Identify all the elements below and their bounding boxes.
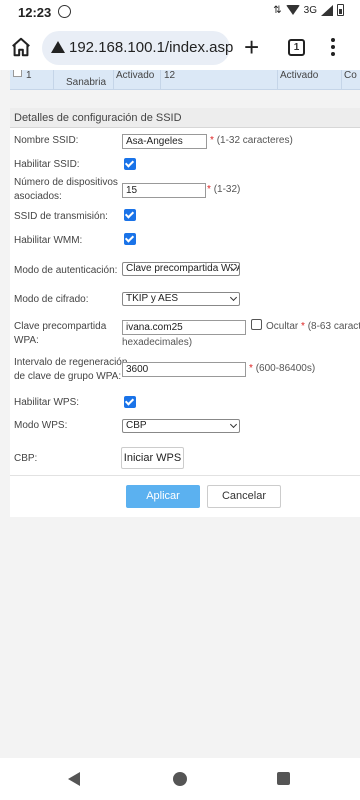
wps-mode-select[interactable]: CBP bbox=[122, 419, 240, 433]
signal-icon bbox=[321, 4, 333, 16]
back-icon[interactable] bbox=[68, 772, 80, 786]
battery-icon bbox=[337, 4, 344, 16]
cell-ssid: Sanabria bbox=[66, 77, 107, 88]
ssid-table-row: 1 Sanabria Activado 12 Activado Co bbox=[10, 70, 360, 90]
not-secure-warning-icon[interactable] bbox=[51, 41, 65, 53]
rekey-interval-input[interactable]: 3600 bbox=[122, 362, 246, 377]
chevron-down-icon bbox=[229, 420, 238, 429]
apply-button[interactable]: Aplicar bbox=[126, 485, 200, 508]
cancel-button[interactable]: Cancelar bbox=[207, 485, 281, 508]
cell-index: 1 bbox=[26, 70, 32, 81]
enable-wmm-checkbox[interactable] bbox=[124, 233, 136, 245]
cell-devices: 12 bbox=[164, 70, 176, 81]
url-text[interactable]: 192.168.100.1/index.asp bbox=[69, 39, 233, 56]
enable-ssid-checkbox[interactable] bbox=[124, 158, 136, 170]
panel-title: Detalles de configuración de SSID bbox=[10, 108, 360, 128]
wpa-psk-hint: Ocultar * (8-63 caracter bbox=[266, 321, 360, 332]
row-checkbox[interactable] bbox=[13, 70, 22, 77]
ssid-name-hint: * (1-32 caracteres) bbox=[210, 135, 293, 146]
address-bar[interactable]: 192.168.100.1/index.asp bbox=[42, 31, 233, 65]
whatsapp-icon bbox=[58, 5, 71, 18]
status-bar: 12:23 ⇅ 3G bbox=[0, 0, 360, 26]
cell-broadcast: Activado bbox=[280, 70, 319, 81]
auth-mode-select[interactable]: Clave precompartida WPA/ bbox=[122, 262, 240, 276]
ssid-name-label: Nombre SSID: bbox=[14, 135, 79, 146]
network-type: 3G bbox=[303, 4, 317, 16]
rekey-interval-label: Intervalo de regeneración de clave de gr… bbox=[14, 357, 128, 382]
status-icons: ⇅ 3G bbox=[273, 4, 344, 16]
status-time: 12:23 bbox=[18, 5, 52, 20]
wps-mode-label: Modo WPS: bbox=[14, 420, 68, 431]
auth-mode-label: Modo de autenticación: bbox=[14, 265, 118, 276]
rekey-interval-hint: * (600-86400s) bbox=[249, 363, 316, 374]
home-icon[interactable] bbox=[10, 36, 32, 58]
system-nav-bar bbox=[0, 758, 360, 800]
encryption-mode-label: Modo de cifrado: bbox=[14, 294, 89, 305]
cell-more: Co bbox=[344, 70, 357, 81]
vibrate-icon: ⇅ bbox=[273, 4, 282, 16]
associated-devices-input[interactable]: 15 bbox=[122, 183, 206, 198]
wpa-psk-hint-line2: hexadecimales) bbox=[122, 337, 193, 348]
more-menu-icon[interactable] bbox=[330, 36, 336, 58]
tab-switcher-button[interactable]: 1 bbox=[288, 39, 305, 56]
new-tab-icon[interactable]: + bbox=[244, 32, 259, 62]
home-circle-icon[interactable] bbox=[173, 772, 187, 786]
associated-devices-hint: * (1-32) bbox=[207, 184, 241, 195]
enable-wmm-label: Habilitar WMM: bbox=[14, 235, 83, 246]
page-content: 1 Sanabria Activado 12 Activado Co Detal… bbox=[0, 70, 360, 758]
divider bbox=[10, 475, 360, 476]
ssid-name-input[interactable]: Asa-Angeles bbox=[122, 134, 207, 149]
start-wps-button[interactable]: Iniciar WPS bbox=[121, 447, 184, 469]
wifi-icon bbox=[285, 5, 300, 15]
enable-wps-label: Habilitar WPS: bbox=[14, 397, 80, 408]
broadcast-ssid-label: SSID de transmisión: bbox=[14, 211, 108, 222]
recents-icon[interactable] bbox=[277, 772, 290, 785]
cell-enabled: Activado bbox=[116, 70, 155, 81]
cbp-label: CBP: bbox=[14, 453, 38, 464]
enable-ssid-label: Habilitar SSID: bbox=[14, 159, 80, 170]
browser-toolbar: 192.168.100.1/index.asp + 1 bbox=[0, 26, 360, 70]
chevron-down-icon bbox=[229, 293, 238, 302]
ssid-config-panel: Detalles de configuración de SSID Nombre… bbox=[10, 108, 360, 517]
wpa-psk-label: Clave precompartida WPA: bbox=[14, 321, 107, 346]
enable-wps-checkbox[interactable] bbox=[124, 396, 136, 408]
associated-devices-label: Número de dispositivos asociados: bbox=[14, 177, 118, 202]
hide-password-checkbox[interactable] bbox=[251, 319, 262, 330]
broadcast-ssid-checkbox[interactable] bbox=[124, 209, 136, 221]
encryption-mode-select[interactable]: TKIP y AES bbox=[122, 292, 240, 306]
wpa-psk-input[interactable]: ivana.com25 bbox=[122, 320, 246, 335]
